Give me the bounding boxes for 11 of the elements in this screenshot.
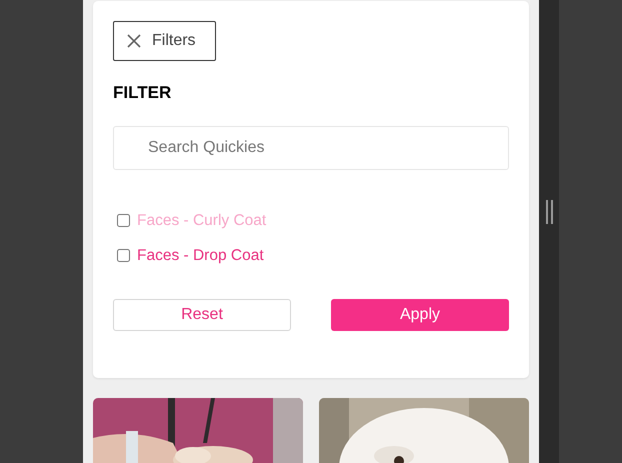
option-label: Faces - Drop Coat xyxy=(137,246,264,266)
close-icon xyxy=(126,33,142,49)
option-checkbox[interactable] xyxy=(117,214,130,227)
resize-handle[interactable] xyxy=(546,200,552,224)
search-field[interactable]: Search Quickies xyxy=(113,126,509,170)
option-label: Faces - Curly Coat xyxy=(137,210,266,231)
option-checkbox[interactable] xyxy=(117,249,130,262)
apply-button[interactable]: Apply xyxy=(331,299,509,331)
filter-heading: FILTER xyxy=(113,82,172,104)
close-filters-button[interactable]: Filters xyxy=(113,21,216,61)
reset-button[interactable]: Reset xyxy=(113,299,291,331)
